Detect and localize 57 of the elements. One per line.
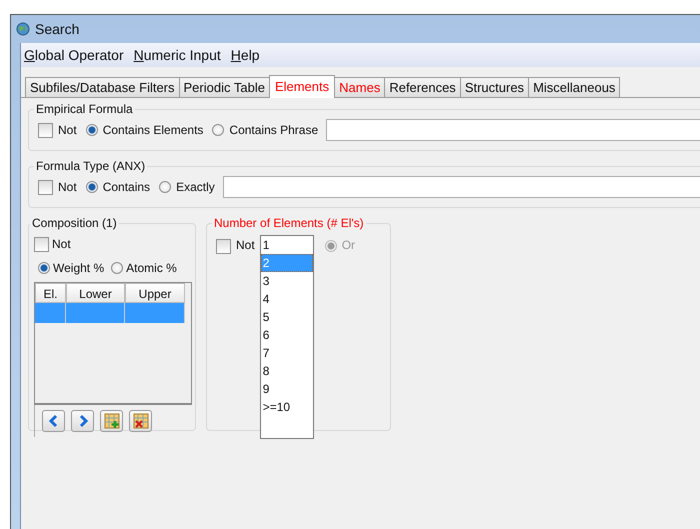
- radio-button[interactable]: [111, 262, 124, 274]
- list-item[interactable]: 4: [260, 290, 313, 308]
- group-title: Composition (1): [31, 216, 118, 230]
- menu-item[interactable]: Global Operator: [24, 47, 124, 63]
- list-item[interactable]: >=10: [260, 398, 313, 416]
- table-delete-icon: [132, 413, 148, 429]
- tab[interactable]: Structures: [460, 77, 530, 97]
- tab[interactable]: Periodic Table: [178, 77, 270, 97]
- list-box[interactable]: 1 2 3 4 5 6 7 8 9 >=10: [260, 235, 314, 439]
- tab[interactable]: References: [384, 77, 461, 97]
- delete-row-button[interactable]: [129, 410, 152, 432]
- input-field[interactable]: [326, 119, 700, 141]
- list-item[interactable]: 9: [260, 380, 313, 398]
- globe-icon: [16, 22, 30, 36]
- radio-label: Contains Phrase: [229, 123, 318, 137]
- table-add-icon: [104, 413, 120, 429]
- list-item[interactable]: 7: [260, 344, 313, 362]
- checkbox[interactable]: [34, 236, 49, 252]
- column-header[interactable]: Lower: [66, 283, 125, 303]
- radio-label: Weight %: [53, 261, 104, 275]
- checkbox[interactable]: [216, 239, 231, 254]
- checkbox-label: Not: [58, 123, 77, 137]
- menu-item[interactable]: Help: [230, 47, 260, 63]
- checkbox[interactable]: [38, 122, 53, 138]
- list-item[interactable]: 5: [260, 308, 313, 326]
- column-header[interactable]: El.: [35, 283, 66, 303]
- radio-button[interactable]: [86, 181, 98, 193]
- radio-button[interactable]: [212, 124, 224, 136]
- radio-button[interactable]: [38, 262, 50, 274]
- right-arrow-button[interactable]: [71, 410, 94, 432]
- group-title: Empirical Formula: [35, 102, 134, 116]
- radio-label: Or: [342, 238, 356, 252]
- radio-label: Atomic %: [126, 261, 177, 275]
- column-header[interactable]: Upper: [125, 283, 185, 303]
- input-field[interactable]: [222, 176, 700, 198]
- menu-item[interactable]: Numeric Input: [134, 47, 221, 63]
- tab[interactable]: Miscellaneous: [528, 77, 620, 97]
- checkbox-label: Not: [236, 238, 255, 252]
- list-item[interactable]: 3: [260, 272, 313, 290]
- list-item[interactable]: 8: [260, 362, 313, 380]
- radio-button[interactable]: [159, 181, 172, 193]
- tab[interactable]: Subfiles/Database Filters: [25, 77, 180, 97]
- radio-label: Contains: [102, 180, 150, 194]
- window-title: Search: [35, 21, 80, 37]
- checkbox-label: Not: [52, 237, 71, 251]
- add-row-button[interactable]: [100, 410, 123, 432]
- list-item[interactable]: 6: [260, 326, 313, 344]
- radio-label: Contains Elements: [102, 123, 204, 137]
- radio-label: Exactly: [176, 180, 215, 194]
- tab[interactable]: Elements: [268, 75, 336, 98]
- left-arrow-button[interactable]: [42, 410, 65, 432]
- group-title: Formula Type (ANX): [35, 159, 146, 173]
- list-item[interactable]: 1: [260, 236, 313, 254]
- checkbox[interactable]: [38, 180, 53, 194]
- checkbox-label: Not: [58, 180, 77, 194]
- group-title: Number of Elements (# El's): [213, 216, 365, 230]
- radio-button[interactable]: [86, 124, 98, 136]
